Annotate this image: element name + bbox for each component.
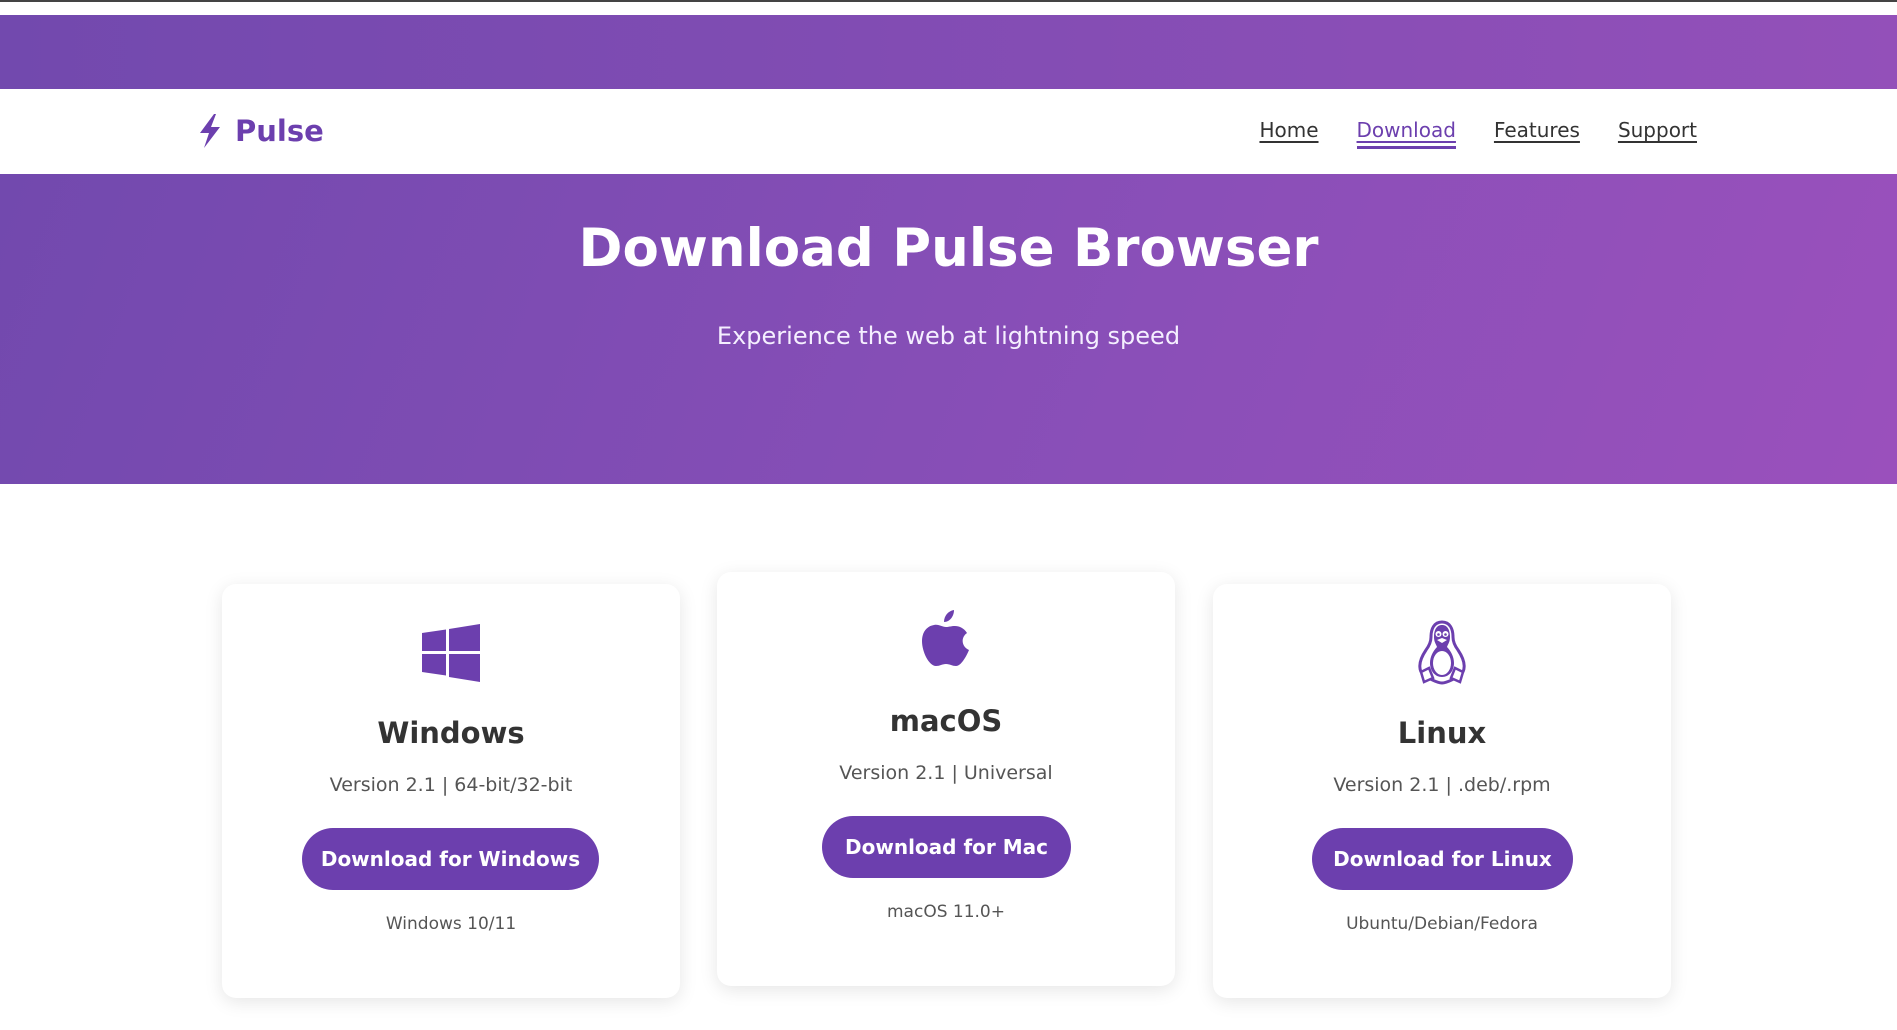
hero-subtitle: Experience the web at lightning speed <box>716 322 1181 350</box>
download-mac-button[interactable]: Download for Mac <box>822 816 1071 878</box>
card-title-linux: Linux <box>1397 716 1487 750</box>
download-card-macos: macOS Version 2.1 | Universal Download f… <box>717 572 1175 986</box>
download-windows-button[interactable]: Download for Windows <box>302 828 599 890</box>
header-gradient-strip <box>0 15 1897 89</box>
windows-icon <box>422 624 480 682</box>
nav-link-home[interactable]: Home <box>1259 118 1318 149</box>
apple-icon <box>922 610 969 666</box>
navbar: Pulse Home Download Features Support <box>0 89 1897 174</box>
card-title-macos: macOS <box>889 704 1003 738</box>
card-version-linux: Version 2.1 | .deb/.rpm <box>1333 774 1551 796</box>
hero-banner: Download Pulse Browser Experience the we… <box>0 174 1897 484</box>
page-title: Download Pulse Browser <box>578 218 1319 279</box>
nav-link-support[interactable]: Support <box>1618 118 1697 149</box>
linux-penguin-icon <box>1418 620 1466 685</box>
card-requirements-macos: macOS 11.0+ <box>887 902 1005 922</box>
download-card-windows: Windows Version 2.1 | 64-bit/32-bit Down… <box>222 584 680 998</box>
nav-link-features[interactable]: Features <box>1494 118 1580 149</box>
card-version-macos: Version 2.1 | Universal <box>839 762 1053 784</box>
card-requirements-windows: Windows 10/11 <box>385 914 517 934</box>
download-linux-button[interactable]: Download for Linux <box>1312 828 1573 890</box>
card-requirements-linux: Ubuntu/Debian/Fedora <box>1346 914 1538 934</box>
main-nav: Home Download Features Support <box>1259 118 1697 149</box>
brand-logo[interactable]: Pulse <box>195 111 324 151</box>
nav-link-download[interactable]: Download <box>1356 118 1456 149</box>
card-title-windows: Windows <box>377 716 525 750</box>
card-version-windows: Version 2.1 | 64-bit/32-bit <box>329 774 573 796</box>
download-card-linux: Linux Version 2.1 | .deb/.rpm Download f… <box>1213 584 1671 998</box>
window-top-border <box>0 0 1897 2</box>
lightning-bolt-icon <box>200 114 220 148</box>
brand-name: Pulse <box>235 114 324 148</box>
